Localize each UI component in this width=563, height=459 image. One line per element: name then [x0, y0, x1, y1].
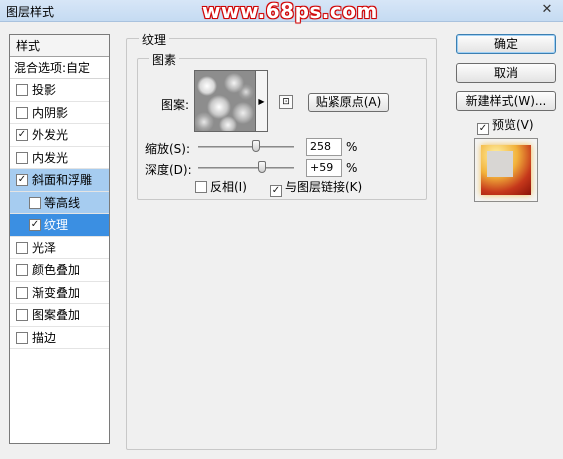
scale-unit: % — [346, 140, 358, 154]
elements-group-title: 图素 — [149, 51, 180, 68]
snap-origin-button[interactable]: 贴紧原点(A) — [308, 93, 389, 112]
checkbox-outer-glow[interactable]: ✓ — [16, 129, 28, 141]
pattern-label: 图案: — [161, 98, 190, 112]
preview-label: 预览(V) — [492, 118, 534, 132]
blend-options-item[interactable]: 混合选项:自定 — [10, 57, 109, 79]
style-preview-thumbnail — [474, 138, 538, 202]
style-list-header[interactable]: 样式 — [10, 35, 109, 57]
depth-slider-track[interactable] — [198, 167, 294, 169]
style-item-label: 光泽 — [32, 240, 57, 255]
scale-slider-track[interactable] — [198, 146, 294, 148]
style-item-label: 内阴影 — [32, 105, 69, 120]
new-preset-icon[interactable]: ⊡ — [279, 95, 293, 109]
ok-button[interactable]: 确定 — [456, 34, 556, 54]
style-item-inner-shadow[interactable]: 内阴影 — [10, 102, 109, 124]
style-list: 样式 混合选项:自定 投影 内阴影 ✓ 外发光 内发光 ✓ 斜面和浮雕 等高线 … — [9, 34, 110, 444]
style-item-label: 投影 — [32, 83, 57, 97]
style-item-contour[interactable]: 等高线 — [10, 191, 109, 214]
style-item-label: 颜色叠加 — [32, 263, 81, 277]
invert-check-box[interactable] — [195, 181, 207, 193]
style-item-label: 渐变叠加 — [32, 285, 81, 300]
title-bar: 图层样式 www.68ps.com ✕ — [0, 0, 563, 23]
depth-label: 深度(D): — [145, 163, 192, 177]
checkbox-drop-shadow[interactable] — [16, 84, 28, 96]
pattern-dropdown-icon[interactable]: ▶ — [256, 70, 268, 132]
style-item-outer-glow[interactable]: ✓ 外发光 — [10, 124, 109, 147]
pattern-swatch[interactable] — [194, 70, 256, 132]
scale-label: 缩放(S): — [145, 142, 191, 156]
style-item-label: 等高线 — [44, 195, 81, 210]
link-with-layer-checkbox[interactable]: ✓ 与图层链接(K) — [270, 178, 362, 197]
scale-slider-thumb[interactable] — [252, 140, 260, 152]
style-item-drop-shadow[interactable]: 投影 — [10, 79, 109, 102]
style-item-label: 纹理 — [44, 218, 69, 232]
style-item-satin[interactable]: 光泽 — [10, 237, 109, 259]
checkbox-stroke[interactable] — [16, 331, 28, 344]
style-item-stroke[interactable]: 描边 — [10, 327, 109, 349]
depth-unit: % — [346, 161, 358, 175]
style-item-label: 描边 — [32, 330, 57, 345]
checkbox-texture[interactable]: ✓ — [29, 219, 41, 231]
depth-slider-thumb[interactable] — [258, 161, 266, 173]
style-item-texture[interactable]: ✓ 纹理 — [10, 214, 109, 237]
preview-inner-square — [487, 151, 513, 177]
watermark: www.68ps.com — [202, 0, 378, 23]
window-title: 图层样式 — [6, 5, 55, 19]
checkbox-contour[interactable] — [29, 196, 41, 209]
texture-section-title: 纹理 — [139, 31, 170, 48]
depth-input[interactable]: +59 — [306, 159, 342, 177]
scale-input[interactable]: 258 — [306, 138, 342, 156]
new-style-button[interactable]: 新建样式(W)... — [456, 91, 556, 111]
style-item-color-overlay[interactable]: 颜色叠加 — [10, 259, 109, 282]
checkbox-inner-glow[interactable] — [16, 151, 28, 164]
style-item-label: 图案叠加 — [32, 308, 81, 322]
style-item-gradient-overlay[interactable]: 渐变叠加 — [10, 282, 109, 304]
style-item-label: 外发光 — [32, 128, 69, 142]
checkbox-pattern-overlay[interactable] — [16, 309, 28, 321]
link-with-layer-label: 与图层链接(K) — [285, 180, 363, 194]
preview-check-box[interactable]: ✓ — [477, 123, 489, 135]
style-item-label: 斜面和浮雕 — [32, 173, 93, 187]
checkbox-inner-shadow[interactable] — [16, 106, 28, 119]
style-item-pattern-overlay[interactable]: 图案叠加 — [10, 304, 109, 327]
cancel-button[interactable]: 取消 — [456, 63, 556, 83]
link-check-box[interactable]: ✓ — [270, 185, 282, 197]
invert-label: 反相(I) — [210, 180, 247, 194]
checkbox-gradient-overlay[interactable] — [16, 286, 28, 299]
close-icon[interactable]: ✕ — [535, 1, 559, 19]
preview-checkbox[interactable]: ✓ 预览(V) — [477, 116, 534, 135]
checkbox-satin[interactable] — [16, 241, 28, 254]
style-item-inner-glow[interactable]: 内发光 — [10, 147, 109, 169]
checkbox-bevel-emboss[interactable]: ✓ — [16, 174, 28, 186]
invert-checkbox[interactable]: 反相(I) — [195, 178, 247, 195]
checkbox-color-overlay[interactable] — [16, 264, 28, 276]
style-item-label: 内发光 — [32, 150, 69, 165]
style-item-bevel-emboss[interactable]: ✓ 斜面和浮雕 — [10, 169, 109, 192]
